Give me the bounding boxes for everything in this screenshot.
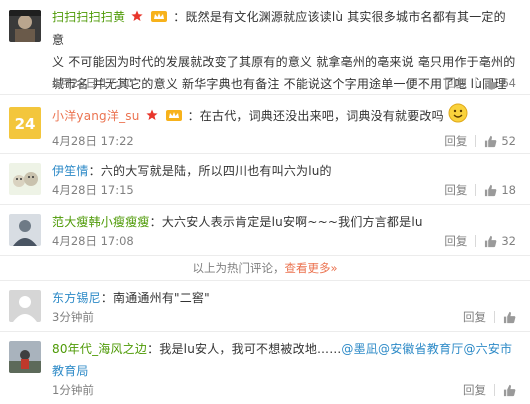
mention-link[interactable]: @安徽省教育厅 [378, 342, 463, 356]
avatar[interactable] [9, 10, 41, 42]
thumbs-up-icon [485, 77, 497, 89]
member-crown-icon [165, 106, 182, 128]
mention-link[interactable]: @六安市 [463, 342, 512, 356]
like-button[interactable] [503, 384, 516, 397]
comment-text: 南通通州有"二窖" [113, 291, 210, 305]
divider [494, 384, 495, 396]
comment-item: 80年代_海风之边：我是lu安人，我可不想被改地……@墨凪@安徽省教育厅@六安市… [0, 332, 530, 404]
view-more-link[interactable]: 查看更多» [284, 261, 337, 275]
comment-time: 3分钟前 [52, 310, 94, 324]
comment-item: 范大瘦韩小瘦瘦瘦：大六安人表示肯定是lu安啊~~~我们方言都是lu 4月28日 … [0, 205, 530, 256]
avatar[interactable] [9, 163, 41, 195]
divider [494, 311, 495, 323]
comment-meta: 4月28日 17:22 回复 52 [52, 131, 516, 151]
comment-item: 伊笙情：六的大写就是陆，所以四川也有叫六为lu的 4月28日 17:15 回复 … [0, 154, 530, 205]
smile-emoji-icon [448, 103, 468, 130]
mention-link-continued[interactable]: 教育局 [52, 360, 516, 382]
comment-body: 80年代_海风之边：我是lu安人，我可不想被改地……@墨凪@安徽省教育厅@六安市… [52, 338, 516, 382]
comment-item: 东方锡尼：南通通州有"二窖" 3分钟前 回复 [0, 281, 530, 332]
like-button[interactable]: 32 [484, 231, 516, 251]
reply-button[interactable]: 回复 [444, 131, 467, 151]
comment-body: 伊笙情：六的大写就是陆，所以四川也有叫六为lu的 [52, 164, 332, 178]
like-count: 32 [501, 234, 516, 248]
comment-item: 扫扫扫扫扫黄 ：既然是有文化渊源就应该读lù 其实很多城市名都有其一定的意 义 … [0, 0, 530, 95]
thumbs-up-icon [485, 135, 497, 147]
comment-time: 4月28日 17:22 [52, 134, 134, 148]
comment-meta: 4月28日 17:15 回复 18 [52, 180, 516, 200]
comment-meta: 1分钟前 回复 [52, 380, 516, 400]
username[interactable]: 扫扫扫扫扫黄 [52, 10, 125, 24]
comment-text: 我是lu安人，我可不想被改地…… [159, 342, 342, 356]
hot-comments-text: 以上为热门评论， [192, 261, 285, 275]
star-badge-icon [145, 106, 158, 128]
comment-time: 1分钟前 [52, 383, 94, 397]
member-crown-icon [151, 7, 168, 29]
comment-meta: 3分钟前 回复 [52, 307, 516, 327]
comment-text: 六的大写就是陆，所以四川也有叫六为lu的 [100, 164, 332, 178]
comment-time: 4月28日 17:15 [52, 183, 134, 197]
comment-text-line: 义 不可能因为时代的发展就改变了其原有的意义 就拿亳州的亳来说 亳只用作于亳州的 [52, 54, 516, 69]
comment-item: 24 小洋yang洋_su ：在古代，词典还没出来吧，词典没有就要改吗 4月28… [0, 95, 530, 154]
thumbs-up-icon [503, 384, 516, 396]
divider [475, 77, 477, 89]
comment-body: 东方锡尼：南通通州有"二窖" [52, 291, 210, 305]
like-button[interactable]: 64 [484, 73, 516, 93]
mention-link[interactable]: @墨凪 [341, 342, 378, 356]
username[interactable]: 小洋yang洋_su [52, 109, 140, 123]
reply-button[interactable]: 回复 [444, 180, 467, 200]
like-button[interactable]: 52 [484, 131, 516, 151]
like-count: 18 [501, 183, 516, 197]
reply-button[interactable]: 回复 [444, 231, 467, 251]
comment-meta: 4月28日 17:30 回复 64 [52, 73, 516, 93]
reply-button[interactable]: 回复 [463, 380, 486, 400]
comment-meta: 4月28日 17:08 回复 32 [52, 231, 516, 251]
avatar[interactable]: 24 [9, 107, 41, 139]
comment-body: 范大瘦韩小瘦瘦瘦：大六安人表示肯定是lu安啊~~~我们方言都是lu [52, 215, 423, 229]
star-badge-icon [131, 7, 143, 29]
reply-button[interactable]: 回复 [444, 73, 467, 93]
like-button[interactable] [503, 311, 516, 324]
divider [475, 235, 477, 247]
avatar[interactable] [9, 214, 41, 246]
reply-button[interactable]: 回复 [463, 307, 486, 327]
like-button[interactable]: 18 [484, 180, 516, 200]
username[interactable]: 东方锡尼 [52, 291, 101, 305]
svg-text:24: 24 [15, 115, 36, 133]
comment-time: 4月28日 17:30 [52, 76, 134, 90]
like-count: 64 [501, 76, 516, 90]
thumbs-up-icon [503, 311, 516, 323]
avatar[interactable] [9, 341, 41, 373]
comment-text: 在古代，词典还没出来吧，词典没有就要改吗 [199, 109, 444, 123]
divider [475, 184, 477, 196]
comment-body: 小洋yang洋_su ：在古代，词典还没出来吧，词典没有就要改吗 [52, 103, 516, 130]
thumbs-up-icon [485, 235, 497, 247]
comment-time: 4月28日 17:08 [52, 234, 134, 248]
comment-list: 扫扫扫扫扫黄 ：既然是有文化渊源就应该读lù 其实很多城市名都有其一定的意 义 … [0, 0, 530, 404]
comment-text: 大六安人表示肯定是lu安啊~~~我们方言都是lu [161, 215, 423, 229]
avatar[interactable] [9, 290, 41, 322]
username[interactable]: 伊笙情 [52, 164, 89, 178]
thumbs-up-icon [485, 184, 497, 196]
divider [475, 135, 477, 147]
username[interactable]: 范大瘦韩小瘦瘦瘦 [52, 215, 150, 229]
hot-comments-bar: 以上为热门评论，查看更多» [0, 256, 530, 281]
like-count: 52 [501, 134, 516, 148]
username[interactable]: 80年代_海风之边 [52, 342, 147, 356]
